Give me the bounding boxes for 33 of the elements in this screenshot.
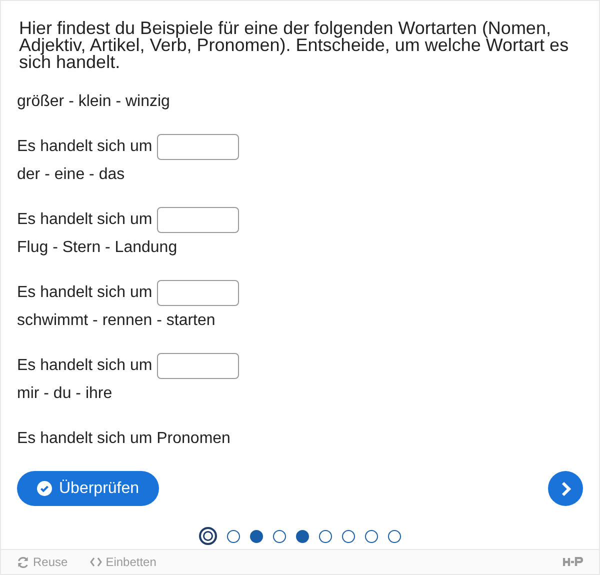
page-dot[interactable]: [365, 530, 378, 542]
answer-field[interactable]: [157, 353, 240, 379]
refresh-icon: [17, 556, 29, 568]
word-list: der - eine - das: [17, 165, 583, 185]
check-icon: [37, 481, 52, 496]
embed-button[interactable]: Einbetten: [90, 555, 156, 569]
page-dot[interactable]: [296, 530, 309, 542]
page-dot[interactable]: [273, 530, 286, 542]
page-dot[interactable]: [319, 530, 332, 542]
reuse-button[interactable]: Reuse: [17, 555, 68, 569]
logo-icon: [563, 557, 583, 567]
page-dot[interactable]: [227, 530, 240, 542]
answer-field[interactable]: [157, 280, 240, 306]
check-button[interactable]: Überprüfen: [17, 471, 160, 506]
page-dot[interactable]: [342, 530, 355, 542]
word-list: größer - klein - winzig: [17, 92, 583, 112]
prompt-text: Es handelt sich um: [17, 138, 152, 156]
page-dot[interactable]: [388, 530, 401, 542]
answer-field[interactable]: [157, 134, 240, 160]
word-list: mir - du - ihre: [17, 384, 583, 404]
page-dot[interactable]: [250, 530, 263, 542]
prompt-text: Es handelt sich um: [17, 357, 152, 375]
page-dot[interactable]: [199, 527, 217, 545]
prompt-text: Es handelt sich um: [17, 211, 152, 229]
word-list: schwimmt - rennen - starten: [17, 311, 583, 331]
code-icon: [90, 557, 102, 567]
question-text: Hier findest du Beispiele für eine der folgenden Wortarten (Nomen, Adjektiv, Artikel, Verb, Pronomen). Entscheide, um welche Wortart es sich handelt.: [19, 20, 570, 71]
chevron-right-icon: [560, 480, 572, 496]
word-list: Flug - Stern - Landung: [17, 238, 583, 258]
next-button[interactable]: [548, 471, 583, 506]
prompt-text: Es handelt sich um Pronomen: [17, 430, 230, 448]
prompt-text: Es handelt sich um: [17, 284, 152, 302]
answer-field[interactable]: [157, 207, 240, 233]
